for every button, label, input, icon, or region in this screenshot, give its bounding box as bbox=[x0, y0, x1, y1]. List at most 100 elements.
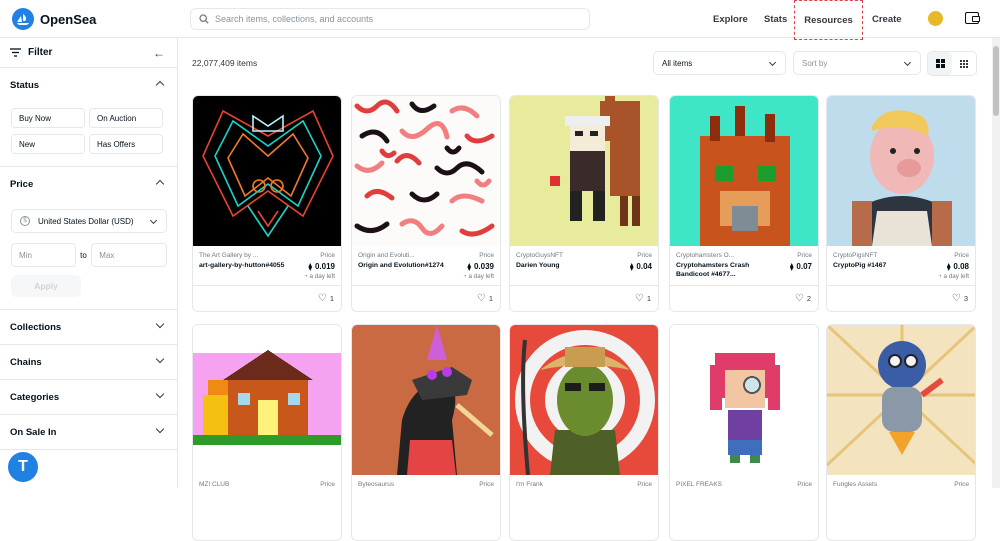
collection-name[interactable]: I'm Frank bbox=[516, 481, 608, 488]
collection-name[interactable]: CryptoGuysNFT bbox=[516, 252, 608, 259]
price-section: Price $ United States Dollar (USD) Min t… bbox=[0, 167, 177, 310]
currency-select[interactable]: $ United States Dollar (USD) bbox=[11, 209, 167, 233]
filter-sidebar: Filter ← Status Buy Now On Auction New H… bbox=[0, 38, 178, 488]
top-navigation-bar: OpenSea Explore Stats Resources Create bbox=[0, 0, 1000, 40]
price-label: Price bbox=[479, 252, 494, 259]
nft-image-im-frank bbox=[510, 325, 658, 475]
nft-image-crypto-guy bbox=[510, 96, 658, 246]
heart-icon[interactable]: ♡ bbox=[477, 293, 486, 304]
collection-name[interactable]: Byteosaurus bbox=[358, 481, 450, 488]
price-title: Price bbox=[10, 178, 34, 190]
heart-icon[interactable]: ♡ bbox=[318, 293, 327, 304]
categories-title: Categories bbox=[10, 391, 60, 403]
heart-icon[interactable]: ♡ bbox=[635, 293, 644, 304]
price-max-input[interactable]: Max bbox=[91, 243, 167, 267]
price-label: Price bbox=[797, 252, 812, 259]
price-value: ⧫ 0.039 bbox=[467, 262, 495, 271]
status-on-auction-button[interactable]: On Auction bbox=[89, 108, 163, 128]
categories-section[interactable]: Categories bbox=[0, 380, 177, 415]
nft-card[interactable]: Fungles Assets Price bbox=[826, 324, 976, 541]
nft-card[interactable]: Origin and Evoluti... Origin and Evoluti… bbox=[351, 95, 501, 312]
help-chat-button[interactable]: T bbox=[8, 452, 38, 482]
time-left: ◔ a day left bbox=[462, 273, 494, 280]
collection-name[interactable]: Cryptohamsters O... bbox=[676, 252, 768, 259]
chevron-up-icon bbox=[155, 80, 165, 90]
collection-name[interactable]: The Art Gallery by ... bbox=[199, 252, 291, 259]
item-name: CryptoPig #1467 bbox=[833, 262, 887, 269]
nft-card[interactable]: I'm Frank Price bbox=[509, 324, 659, 541]
like-count: 2 bbox=[806, 294, 811, 303]
price-value: ⧫ 0.04 bbox=[629, 262, 652, 271]
chevron-up-icon bbox=[155, 179, 165, 189]
heart-icon[interactable]: ♡ bbox=[952, 293, 961, 304]
collapse-sidebar-arrow-icon[interactable]: ← bbox=[153, 46, 165, 60]
time-left: ◔ a day left bbox=[937, 273, 969, 280]
on-sale-in-section[interactable]: On Sale In bbox=[0, 415, 177, 450]
status-section: Status Buy Now On Auction New Has Offers bbox=[0, 68, 177, 167]
collections-title: Collections bbox=[10, 321, 62, 333]
collection-name[interactable]: MZI CLUB bbox=[199, 481, 291, 488]
opensea-logo[interactable]: OpenSea bbox=[12, 8, 96, 30]
nft-card[interactable]: PIXEL FREAKS Price bbox=[669, 324, 819, 541]
nft-card[interactable]: The Art Gallery by ... art-gallery-by-hu… bbox=[192, 95, 342, 312]
nav-stats[interactable]: Stats bbox=[764, 0, 787, 38]
eth-icon: ⧫ bbox=[467, 264, 471, 271]
collections-section[interactable]: Collections bbox=[0, 310, 177, 345]
items-filter-value: All items bbox=[662, 58, 693, 68]
clock-icon: ◔ bbox=[462, 273, 467, 280]
nft-card[interactable]: CryptoPigsNFT CryptoPig #1467 Price ⧫ 0.0… bbox=[826, 95, 976, 312]
scrollbar-thumb[interactable] bbox=[993, 46, 999, 116]
nft-image-mzi-club bbox=[193, 325, 341, 475]
chevron-down-icon bbox=[155, 389, 165, 399]
search-bar[interactable] bbox=[190, 8, 590, 30]
status-new-button[interactable]: New bbox=[11, 134, 85, 154]
search-input[interactable] bbox=[215, 14, 575, 24]
eth-icon: ⧫ bbox=[629, 264, 634, 271]
items-filter-select[interactable]: All items bbox=[653, 51, 786, 75]
page-scrollbar[interactable] bbox=[992, 38, 1000, 488]
apply-button[interactable]: Apply bbox=[11, 275, 81, 297]
like-count: 1 bbox=[329, 294, 334, 303]
nft-image-origin-evolution bbox=[352, 96, 500, 246]
profile-avatar[interactable] bbox=[928, 11, 943, 26]
nav-resources[interactable]: Resources bbox=[794, 0, 863, 40]
chevron-down-icon bbox=[903, 58, 912, 67]
item-name: Cryptohamsters Crash Bandicoot #4677... bbox=[676, 262, 750, 278]
nft-image-byteosaurus bbox=[352, 325, 500, 475]
item-name: Darien Young bbox=[516, 262, 560, 269]
nft-image-fungles bbox=[827, 325, 975, 475]
status-has-offers-button[interactable]: Has Offers bbox=[89, 134, 163, 154]
clock-icon: ◔ bbox=[937, 273, 942, 280]
collection-name[interactable]: CryptoPigsNFT bbox=[833, 252, 925, 259]
nft-card[interactable]: Cryptohamsters O... Cryptohamsters Crash… bbox=[669, 95, 819, 312]
nav-explore[interactable]: Explore bbox=[713, 0, 748, 38]
collection-name[interactable]: PIXEL FREAKS bbox=[676, 481, 768, 488]
collection-name[interactable]: Origin and Evoluti... bbox=[358, 252, 450, 259]
price-label: Price bbox=[320, 252, 335, 259]
nft-card[interactable]: MZI CLUB Price bbox=[192, 324, 342, 541]
collection-name[interactable]: Fungles Assets bbox=[833, 481, 925, 488]
status-buy-now-button[interactable]: Buy Now bbox=[11, 108, 85, 128]
price-to-label: to bbox=[80, 250, 87, 260]
chevron-down-icon bbox=[155, 354, 165, 364]
sort-by-select[interactable]: Sort by bbox=[793, 51, 921, 75]
price-label: Price bbox=[954, 481, 969, 488]
price-label: Price bbox=[797, 481, 812, 488]
status-section-header[interactable]: Status bbox=[0, 68, 177, 102]
chevron-down-icon bbox=[155, 424, 165, 434]
price-min-input[interactable]: Min bbox=[11, 243, 76, 267]
nft-image-cryptopig bbox=[827, 96, 975, 246]
nav-create[interactable]: Create bbox=[872, 0, 902, 38]
wallet-icon[interactable] bbox=[965, 12, 980, 24]
filter-icon bbox=[10, 48, 21, 57]
price-section-header[interactable]: Price bbox=[0, 167, 177, 201]
chains-section[interactable]: Chains bbox=[0, 345, 177, 380]
item-name: art-gallery-by-hutton#4055 bbox=[199, 262, 285, 269]
eth-icon: ⧫ bbox=[308, 264, 312, 271]
nft-card[interactable]: CryptoGuysNFT Darien Young Price ⧫ 0.04 ♡… bbox=[509, 95, 659, 312]
small-grid-view-button[interactable] bbox=[952, 52, 976, 75]
large-grid-view-button[interactable] bbox=[928, 52, 952, 75]
price-label: Price bbox=[637, 481, 652, 488]
heart-icon[interactable]: ♡ bbox=[795, 293, 804, 304]
nft-card[interactable]: Byteosaurus Price bbox=[351, 324, 501, 541]
